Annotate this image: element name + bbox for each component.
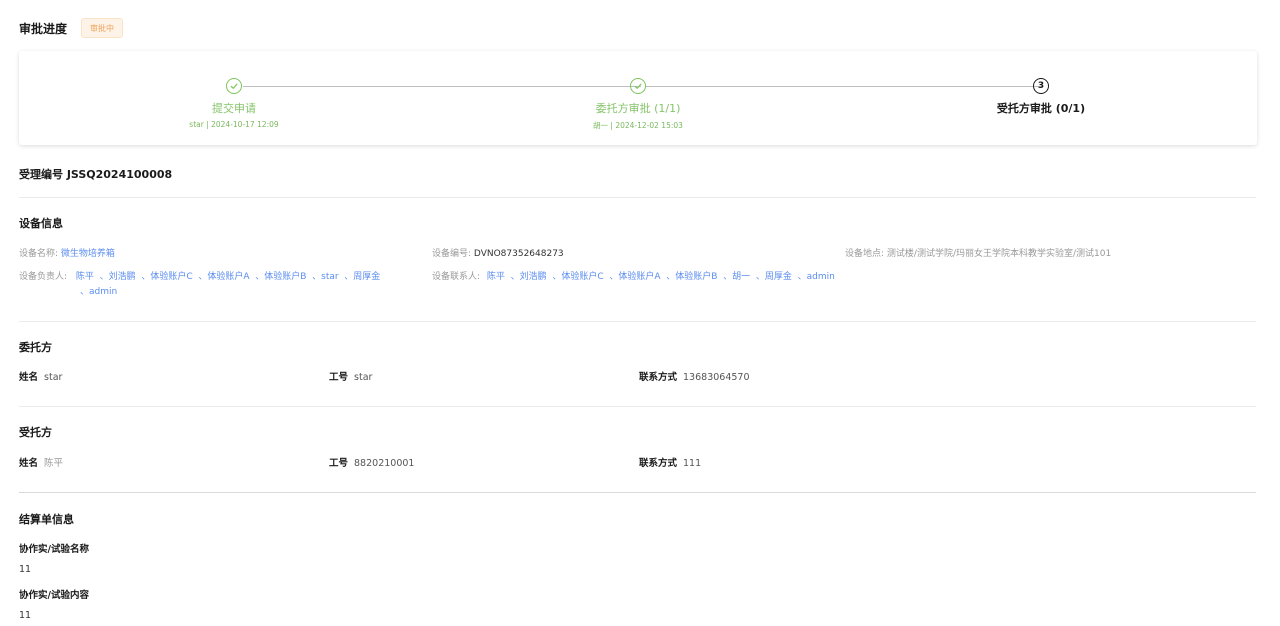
step-title: 提交申请	[212, 102, 256, 115]
device-location-value: 测试楼/测试学院/玛丽女王学院本科教学实验室/测试101	[886, 249, 1112, 259]
device-location: 设备地点: 测试楼/测试学院/玛丽女王学院本科教学实验室/测试101	[845, 246, 1111, 259]
device-name-label: 设备名称:	[19, 249, 59, 259]
step-trustee-approval: 3 受托方审批 (0/1)	[941, 78, 1141, 116]
settlement-section-title: 结算单信息	[19, 513, 74, 526]
client-contact-label: 联系方式	[639, 372, 678, 383]
device-contacts: 设备联系人: 陈平 、刘浩鹏 、体验账户C 、体验账户A 、体验账户B 、胡一 …	[432, 269, 835, 282]
device-code: 设备编号: DVNO87352648273	[432, 246, 564, 259]
accept-number: 受理编号 JSSQ2024100008	[19, 168, 173, 181]
trustee-name: 姓名 陈平	[19, 455, 63, 469]
device-section-title: 设备信息	[19, 217, 63, 230]
device-code-value: DVNO87352648273	[473, 249, 564, 259]
device-owners-label: 设备负责人:	[19, 272, 68, 282]
step-number-icon: 3	[1033, 78, 1049, 94]
trustee-contact: 联系方式 111	[639, 455, 701, 469]
device-code-label: 设备编号:	[432, 249, 472, 259]
client-contact-value: 13683064570	[683, 372, 750, 383]
device-contacts-label: 设备联系人:	[432, 272, 481, 282]
device-contacts-list[interactable]: 陈平 、刘浩鹏 、体验账户C 、体验账户A 、体验账户B 、胡一 、周厚金 、a…	[487, 272, 835, 282]
step-subtitle: star | 2024-10-17 12:09	[189, 120, 279, 129]
trustee-name-value: 陈平	[44, 458, 64, 469]
trustee-contact-label: 联系方式	[639, 458, 678, 469]
step-client-approval: 委托方审批 (1/1) 胡一 | 2024-12-02 15:03	[538, 78, 738, 131]
trustee-id-label: 工号	[329, 458, 349, 469]
status-badge: 审批中	[81, 18, 124, 38]
check-icon	[226, 78, 242, 94]
trustee-contact-value: 111	[683, 458, 702, 469]
trustee-id-value: 8820210001	[354, 458, 415, 469]
settlement-content-label: 协作实/试验内容	[19, 590, 89, 601]
settlement-content-value: 11	[19, 610, 32, 621]
trustee-name-label: 姓名	[19, 458, 39, 469]
client-section-title: 委托方	[19, 341, 52, 354]
step-submit: 提交申请 star | 2024-10-17 12:09	[134, 78, 334, 129]
client-name: 姓名 star	[19, 369, 62, 383]
device-owners-list-cont[interactable]: 、admin	[80, 287, 117, 297]
divider	[19, 492, 1256, 493]
approval-header: 审批进度 审批中	[19, 17, 124, 39]
step-subtitle: 胡一 | 2024-12-02 15:03	[593, 121, 683, 130]
device-name: 设备名称: 微生物培养箱	[19, 246, 115, 259]
client-name-label: 姓名	[19, 372, 39, 383]
settlement-name-value: 11	[19, 564, 32, 575]
device-owners-cont: 、admin	[80, 284, 117, 297]
divider	[19, 406, 1256, 407]
page-title: 审批进度	[19, 21, 68, 36]
device-name-link[interactable]: 微生物培养箱	[61, 249, 115, 259]
check-icon	[630, 78, 646, 94]
approval-steps-card: 提交申请 star | 2024-10-17 12:09 委托方审批 (1/1)…	[19, 51, 1257, 145]
divider	[19, 321, 1256, 322]
device-owners-list[interactable]: 陈平 、刘浩鹏 、体验账户C 、体验账户A 、体验账户B 、star 、周厚金	[76, 272, 380, 282]
settlement-name-label: 协作实/试验名称	[19, 544, 89, 555]
client-id-value: star	[354, 372, 373, 383]
client-contact: 联系方式 13683064570	[639, 369, 750, 383]
client-id-label: 工号	[329, 372, 349, 383]
device-location-label: 设备地点:	[845, 249, 885, 259]
client-id: 工号 star	[329, 369, 372, 383]
divider	[19, 197, 1256, 198]
device-owners: 设备负责人: 陈平 、刘浩鹏 、体验账户C 、体验账户A 、体验账户B 、sta…	[19, 269, 380, 282]
trustee-id: 工号 8820210001	[329, 455, 414, 469]
trustee-section-title: 受托方	[19, 426, 52, 439]
step-title: 委托方审批 (1/1)	[595, 102, 681, 115]
client-name-value: star	[44, 372, 63, 383]
step-title: 受托方审批 (0/1)	[996, 102, 1086, 115]
